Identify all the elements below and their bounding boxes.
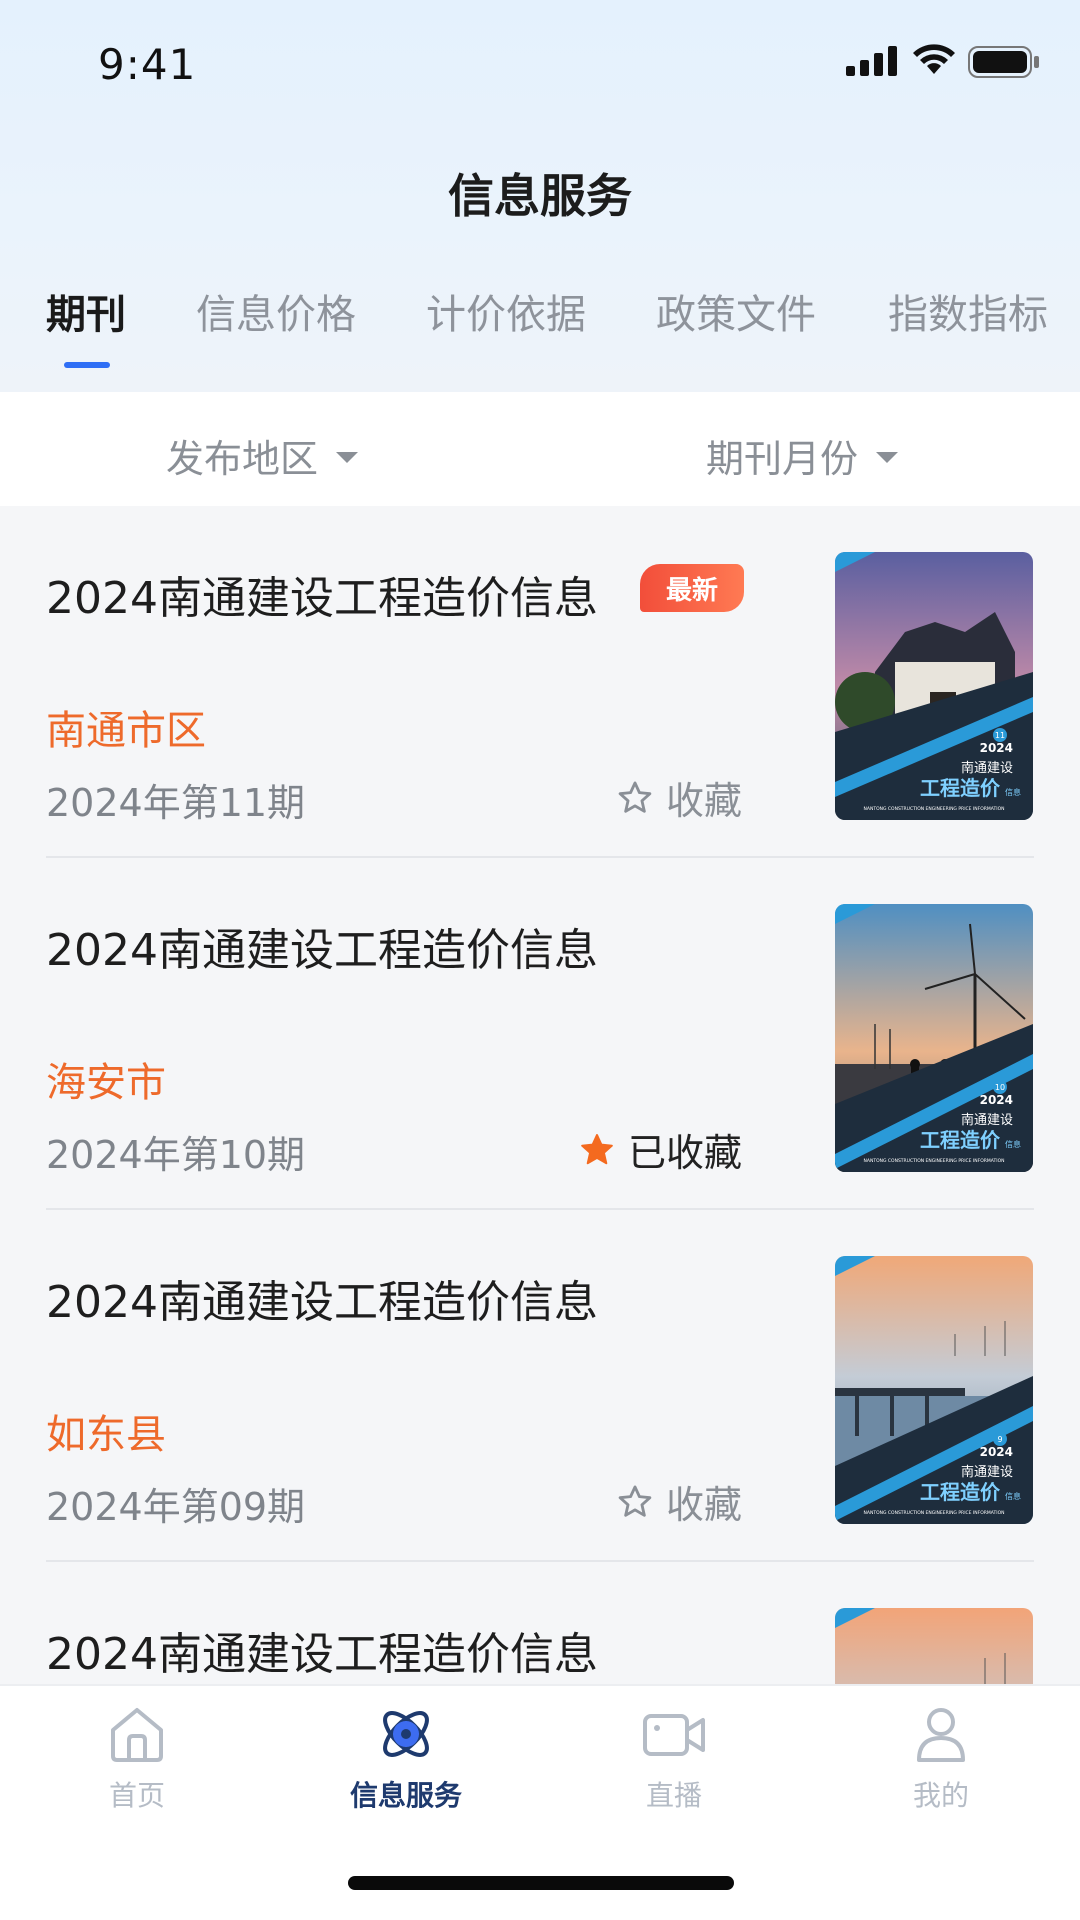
battery-icon bbox=[968, 46, 1039, 78]
cover-issue-number: 11 bbox=[995, 731, 1005, 740]
star-outline-icon bbox=[618, 781, 652, 813]
journal-title: 2024南通建设工程造价信息 bbox=[46, 1277, 598, 1328]
tabbar-live[interactable]: 直播 bbox=[594, 1702, 754, 1814]
journal-region: 如东县 bbox=[46, 1412, 166, 1458]
region-filter-dropdown[interactable]: 发布地区 bbox=[166, 428, 359, 483]
atom-icon bbox=[383, 1711, 429, 1757]
cover-main-title: 工程造价 bbox=[920, 776, 1001, 800]
month-filter-dropdown[interactable]: 期刊月份 bbox=[706, 428, 899, 483]
tab-policy-documents[interactable]: 政策文件 bbox=[656, 282, 816, 340]
star-outline-icon bbox=[618, 1485, 652, 1517]
cover-brand: 南通建设 bbox=[961, 1464, 1013, 1480]
tabbar-live-label: 直播 bbox=[645, 1779, 702, 1812]
journal-cover-image[interactable]: 11 2024 南通建设 工程造价 信息 NANTONG CONSTRUCTIO… bbox=[835, 552, 1033, 820]
cover-brand: 南通建设 bbox=[961, 1112, 1013, 1128]
cover-brand: 南通建设 bbox=[961, 760, 1013, 776]
cover-english-title: NANTONG CONSTRUCTION ENGINEERING PRICE I… bbox=[864, 1510, 1005, 1516]
cellular-signal-icon bbox=[846, 46, 897, 76]
cover-year: 2024 bbox=[980, 741, 1013, 755]
tab-pricing-basis[interactable]: 计价依据 bbox=[426, 282, 586, 340]
journal-list: 2024南通建设工程造价信息 最新 南通市区 2024年第11期 收藏 11 2… bbox=[0, 506, 1080, 1684]
list-item[interactable]: 2024南通建设工程造价信息 最新 南通市区 2024年第11期 收藏 11 2… bbox=[0, 506, 1080, 858]
wifi-icon bbox=[913, 44, 955, 74]
favorite-label: 收藏 bbox=[665, 1483, 742, 1527]
tab-info-price[interactable]: 信息价格 bbox=[196, 282, 356, 340]
cover-sub-title: 信息 bbox=[1005, 1491, 1021, 1501]
tab-index-indicators[interactable]: 指数指标 bbox=[888, 282, 1048, 340]
cover-main-title: 工程造价 bbox=[920, 1128, 1001, 1152]
caret-down-icon bbox=[336, 452, 359, 463]
category-tabs: 期刊 信息价格 计价依据 政策文件 指数指标 bbox=[0, 282, 1080, 362]
video-camera-icon bbox=[643, 1714, 705, 1756]
journal-title: 2024南通建设工程造价信息 bbox=[46, 925, 598, 976]
cover-sub-title: 信息 bbox=[1005, 1139, 1021, 1149]
list-item[interactable]: 2024南通建设工程造价信息 如东县 2024年第09期 收藏 9 2024 南… bbox=[0, 1210, 1080, 1562]
month-filter-label: 期刊月份 bbox=[706, 437, 859, 481]
cover-sub-title: 信息 bbox=[1005, 787, 1021, 797]
person-icon bbox=[917, 1708, 965, 1762]
star-filled-icon bbox=[581, 1133, 613, 1164]
journal-cover-image[interactable]: 10 2024 南通建设 工程造价 信息 NANTONG CONSTRUCTIO… bbox=[835, 904, 1033, 1172]
home-icon bbox=[111, 1708, 163, 1762]
tabbar-info-service[interactable]: 信息服务 bbox=[326, 1702, 486, 1814]
tabbar-home[interactable]: 首页 bbox=[57, 1702, 217, 1814]
list-item[interactable]: 2024南通建设工程造价信息 海安市 2024年第10期 已收藏 10 2024… bbox=[0, 858, 1080, 1210]
cover-english-title: NANTONG CONSTRUCTION ENGINEERING PRICE I… bbox=[864, 806, 1005, 812]
active-tab-indicator bbox=[64, 362, 110, 368]
journal-cover-image[interactable]: 9 2024 南通建设 工程造价 信息 NANTONG CONSTRUCTION… bbox=[835, 1256, 1033, 1524]
list-item[interactable]: 2024南通建设工程造价信息 bbox=[0, 1562, 1080, 1684]
cover-main-title: 工程造价 bbox=[920, 1480, 1001, 1504]
favorite-label: 已收藏 bbox=[627, 1131, 742, 1175]
home-indicator bbox=[348, 1876, 734, 1890]
tab-journal[interactable]: 期刊 bbox=[46, 282, 126, 340]
cover-year: 2024 bbox=[980, 1445, 1013, 1459]
journal-title: 2024南通建设工程造价信息 bbox=[46, 573, 598, 624]
caret-down-icon bbox=[876, 452, 899, 463]
cover-english-title: NANTONG CONSTRUCTION ENGINEERING PRICE I… bbox=[864, 1158, 1005, 1164]
status-time: 9:41 bbox=[98, 40, 197, 89]
tabbar-home-label: 首页 bbox=[108, 1779, 165, 1812]
journal-issue: 2024年第10期 bbox=[46, 1133, 306, 1177]
journal-cover-image[interactable] bbox=[835, 1608, 1033, 1684]
cover-issue-number: 10 bbox=[995, 1083, 1005, 1092]
journal-issue: 2024年第09期 bbox=[46, 1485, 306, 1529]
status-bar: 9:41 bbox=[0, 0, 1080, 130]
tabbar-mine-label: 我的 bbox=[912, 1779, 969, 1812]
cover-issue-number: 9 bbox=[997, 1435, 1002, 1444]
favorite-label: 收藏 bbox=[665, 779, 742, 823]
favorite-button[interactable]: 收藏 bbox=[616, 770, 742, 825]
favorite-button[interactable]: 已收藏 bbox=[578, 1122, 742, 1177]
region-filter-label: 发布地区 bbox=[166, 437, 319, 481]
journal-region: 海安市 bbox=[46, 1060, 166, 1106]
tabbar-mine[interactable]: 我的 bbox=[861, 1702, 1021, 1814]
journal-region: 南通市区 bbox=[46, 708, 206, 754]
cover-year: 2024 bbox=[980, 1093, 1013, 1107]
journal-title: 2024南通建设工程造价信息 bbox=[46, 1629, 598, 1680]
favorite-button[interactable]: 收藏 bbox=[616, 1474, 742, 1529]
filter-bar: 发布地区 期刊月份 bbox=[0, 392, 1080, 506]
journal-issue: 2024年第11期 bbox=[46, 781, 306, 825]
tabbar-info-service-label: 信息服务 bbox=[349, 1779, 462, 1812]
new-badge: 最新 bbox=[640, 564, 744, 612]
page-title: 信息服务 bbox=[448, 169, 632, 223]
